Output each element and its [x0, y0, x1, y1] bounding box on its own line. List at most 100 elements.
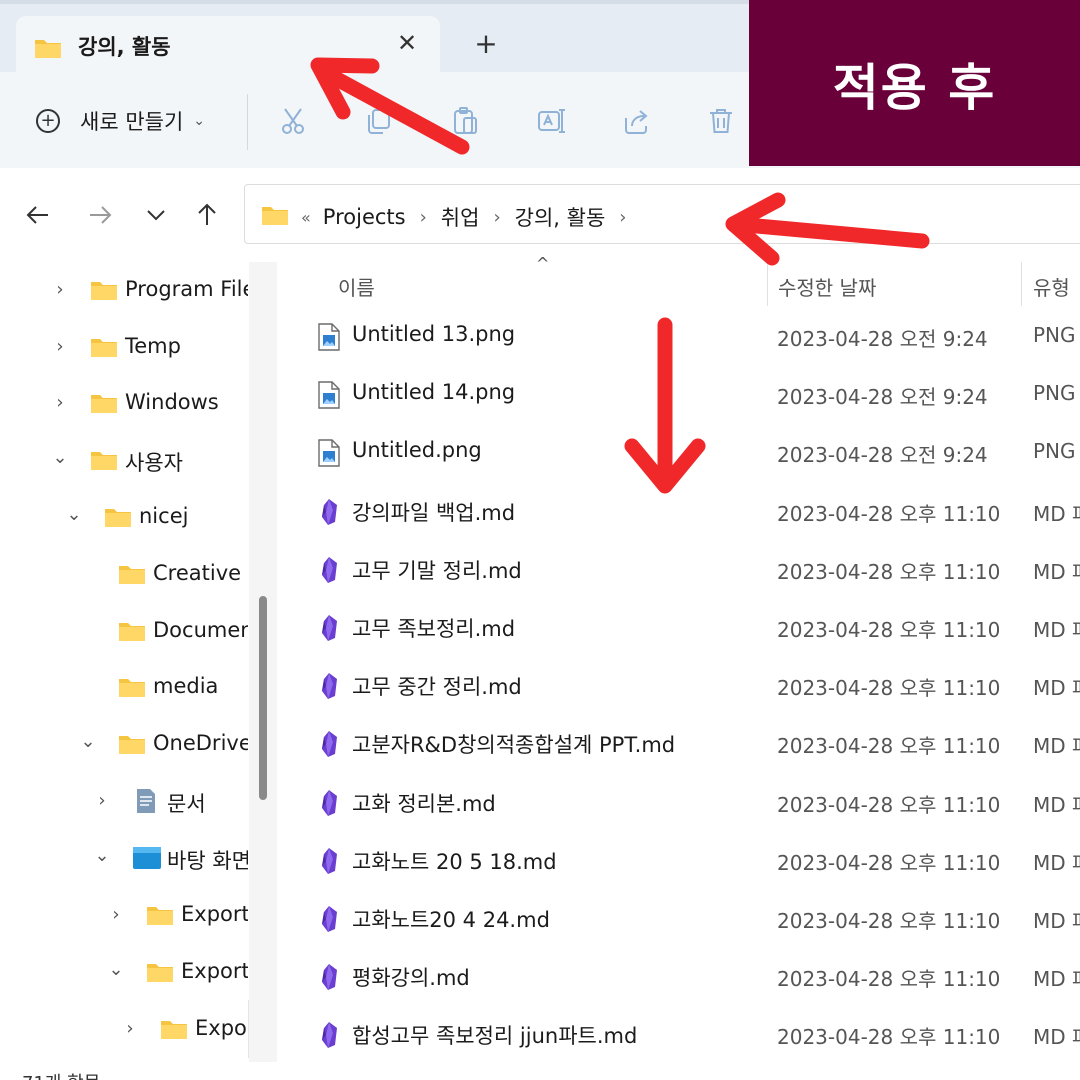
- folder-icon: [146, 961, 174, 987]
- breadcrumb-overflow[interactable]: «: [301, 208, 311, 227]
- sidebar-item-label: 바탕 화면: [167, 849, 248, 873]
- sidebar-item-label: Program Files: [125, 277, 248, 301]
- column-divider[interactable]: [1021, 262, 1022, 306]
- breadcrumb-item[interactable]: 강의, 활동: [515, 202, 606, 232]
- file-name: Untitled 14.png: [352, 380, 516, 405]
- sidebar-item-onedrive[interactable]: ⌄ OneDrive: [0, 719, 248, 771]
- breadcrumb-separator-icon[interactable]: ›: [619, 207, 626, 228]
- file-row[interactable]: 고화노트 20 5 18.md 2023-04-28 오후 11:10 MD 파: [280, 832, 1080, 890]
- toolbar-divider: [247, 94, 248, 150]
- sidebar-item-export-2[interactable]: ⌄ Export-: [0, 947, 248, 999]
- sidebar-item-export-3[interactable]: › Export: [0, 1004, 248, 1056]
- sidebar-item-nicej[interactable]: ⌄ nicej: [0, 492, 248, 544]
- file-modified-date: 2023-04-28 오전 9:24: [777, 327, 988, 351]
- file-modified-date: 2023-04-28 오후 11:10: [777, 909, 1001, 933]
- navigation-bar: « Projects › 취업 › 강의, 활동 ›: [0, 168, 1080, 256]
- file-row[interactable]: 고무 족보정리.md 2023-04-28 오후 11:10 MD 파: [280, 599, 1080, 657]
- navigation-pane: › Program Files › Temp › Windows ⌄ 사용자 ⌄…: [0, 256, 248, 1064]
- chevron-right-icon[interactable]: ›: [92, 790, 112, 811]
- sidebar-item-label: Temp: [125, 334, 181, 358]
- close-tab-icon[interactable]: ✕: [392, 28, 422, 58]
- chevron-down-icon[interactable]: ⌄: [78, 731, 98, 752]
- up-arrow-icon[interactable]: [193, 201, 221, 229]
- file-row[interactable]: Untitled 14.png 2023-04-28 오전 9:24 PNG: [280, 366, 1080, 424]
- file-type: PNG: [1033, 381, 1076, 406]
- back-arrow-icon[interactable]: [24, 201, 52, 229]
- recent-locations-chevron-icon[interactable]: [142, 201, 170, 229]
- file-name: Untitled 13.png: [352, 322, 516, 346]
- sidebar-item-windows[interactable]: › Windows: [0, 378, 248, 430]
- file-row[interactable]: Untitled.png 2023-04-28 오전 9:24 PNG: [280, 424, 1080, 482]
- breadcrumb-item[interactable]: 취업: [441, 202, 480, 232]
- tab-current-folder[interactable]: 강의, 활동 ✕: [16, 16, 440, 74]
- copy-icon[interactable]: [364, 106, 394, 136]
- file-row[interactable]: 평화강의.md 2023-04-28 오후 11:10 MD 파: [280, 948, 1080, 1006]
- folder-icon: [261, 204, 289, 231]
- file-row[interactable]: 강의파일 백업.md 2023-04-28 오후 11:10 MD 파: [280, 483, 1080, 541]
- new-button[interactable]: + 새로 만들기 ⌄: [36, 104, 205, 138]
- chevron-right-icon[interactable]: ›: [120, 1018, 140, 1039]
- obsidian-md-icon: [318, 905, 340, 937]
- column-divider[interactable]: [767, 262, 768, 306]
- file-name: 평화강의.md: [352, 966, 470, 991]
- address-bar[interactable]: « Projects › 취업 › 강의, 활동 ›: [244, 184, 1080, 244]
- chevron-down-icon[interactable]: ⌄: [92, 845, 112, 866]
- chevron-down-icon[interactable]: ⌄: [106, 959, 126, 980]
- obsidian-md-icon: [318, 730, 340, 762]
- sidebar-item-export-1[interactable]: › Export-: [0, 890, 248, 942]
- file-modified-date: 2023-04-28 오전 9:24: [777, 443, 988, 468]
- sidebar-item-label: Creative Cloud Files: [153, 561, 248, 585]
- after-applied-badge: 적용 후: [749, 0, 1080, 166]
- file-modified-date: 2023-04-28 오후 11:10: [777, 967, 1001, 992]
- paste-icon[interactable]: [450, 106, 480, 136]
- column-header-date[interactable]: 수정한 날짜: [778, 272, 876, 301]
- share-icon[interactable]: [621, 106, 651, 136]
- chevron-down-icon[interactable]: ⌄: [64, 504, 84, 525]
- file-row[interactable]: 고무 중간 정리.md 2023-04-28 오후 11:10 MD 파: [280, 657, 1080, 715]
- new-tab-button[interactable]: +: [470, 28, 502, 60]
- file-type: MD 파: [1033, 967, 1080, 992]
- sidebar-item-label: Documents: [153, 618, 248, 642]
- sidebar-item-documents[interactable]: Documents: [0, 606, 248, 658]
- cut-icon[interactable]: [279, 106, 309, 136]
- chevron-right-icon[interactable]: ›: [106, 904, 126, 925]
- breadcrumb-separator-icon[interactable]: ›: [420, 207, 427, 228]
- new-button-label: 새로 만들기: [80, 110, 184, 134]
- sidebar-item-temp[interactable]: › Temp: [0, 322, 248, 374]
- folder-icon: [118, 733, 146, 759]
- file-row[interactable]: 고화 정리본.md 2023-04-28 오후 11:10 MD 파: [280, 774, 1080, 832]
- column-header-row: ^ 이름 수정한 날짜 유형: [280, 256, 1080, 312]
- forward-arrow-icon[interactable]: [86, 201, 114, 229]
- file-row[interactable]: 합성고무 족보정리 jjun파트.md 2023-04-28 오후 11:10 MD…: [280, 1006, 1080, 1064]
- sidebar-item-creative-cloud[interactable]: Creative Cloud Files: [0, 549, 248, 601]
- sidebar-item-program-files[interactable]: › Program Files: [0, 265, 248, 317]
- rename-icon[interactable]: [536, 106, 566, 136]
- file-modified-date: 2023-04-28 오전 9:24: [777, 385, 988, 410]
- sidebar-item-media[interactable]: media: [0, 662, 248, 714]
- sidebar-item-users[interactable]: ⌄ 사용자: [0, 435, 248, 487]
- sidebar-item-label: 문서: [167, 792, 206, 816]
- file-name: 고무 기말 정리.md: [352, 558, 522, 583]
- sidebar-item-desktop[interactable]: ⌄ 바탕 화면: [0, 833, 248, 885]
- file-name: 합성고무 족보정리 jjun파트.md: [352, 1024, 638, 1049]
- column-header-name[interactable]: 이름: [338, 272, 375, 301]
- file-modified-date: 2023-04-28 오후 11:10: [777, 559, 1001, 584]
- sidebar-scrollbar-thumb[interactable]: [259, 596, 267, 800]
- file-name: 고무 중간 정리.md: [352, 675, 522, 700]
- file-type: MD 파: [1033, 676, 1080, 701]
- sidebar-item-documents-kr[interactable]: › 문서: [0, 776, 248, 828]
- file-type: MD 파: [1033, 501, 1080, 526]
- chevron-right-icon[interactable]: ›: [50, 336, 70, 357]
- chevron-right-icon[interactable]: ›: [50, 279, 70, 300]
- delete-icon[interactable]: [706, 106, 736, 136]
- chevron-down-icon[interactable]: ⌄: [50, 447, 70, 468]
- file-row[interactable]: 고무 기말 정리.md 2023-04-28 오후 11:10 MD 파: [280, 541, 1080, 599]
- column-header-type[interactable]: 유형: [1033, 272, 1070, 301]
- file-row[interactable]: Untitled 13.png 2023-04-28 오전 9:24 PNG: [280, 308, 1080, 366]
- breadcrumb-item[interactable]: Projects: [323, 205, 406, 229]
- file-row[interactable]: 고분자R&D창의적종합설계 PPT.md 2023-04-28 오후 11:10 M…: [280, 715, 1080, 773]
- file-row[interactable]: 고화노트20 4 24.md 2023-04-28 오후 11:10 MD 파: [280, 890, 1080, 948]
- breadcrumb-separator-icon[interactable]: ›: [493, 207, 500, 228]
- chevron-right-icon[interactable]: ›: [50, 392, 70, 413]
- file-type: PNG: [1033, 323, 1076, 347]
